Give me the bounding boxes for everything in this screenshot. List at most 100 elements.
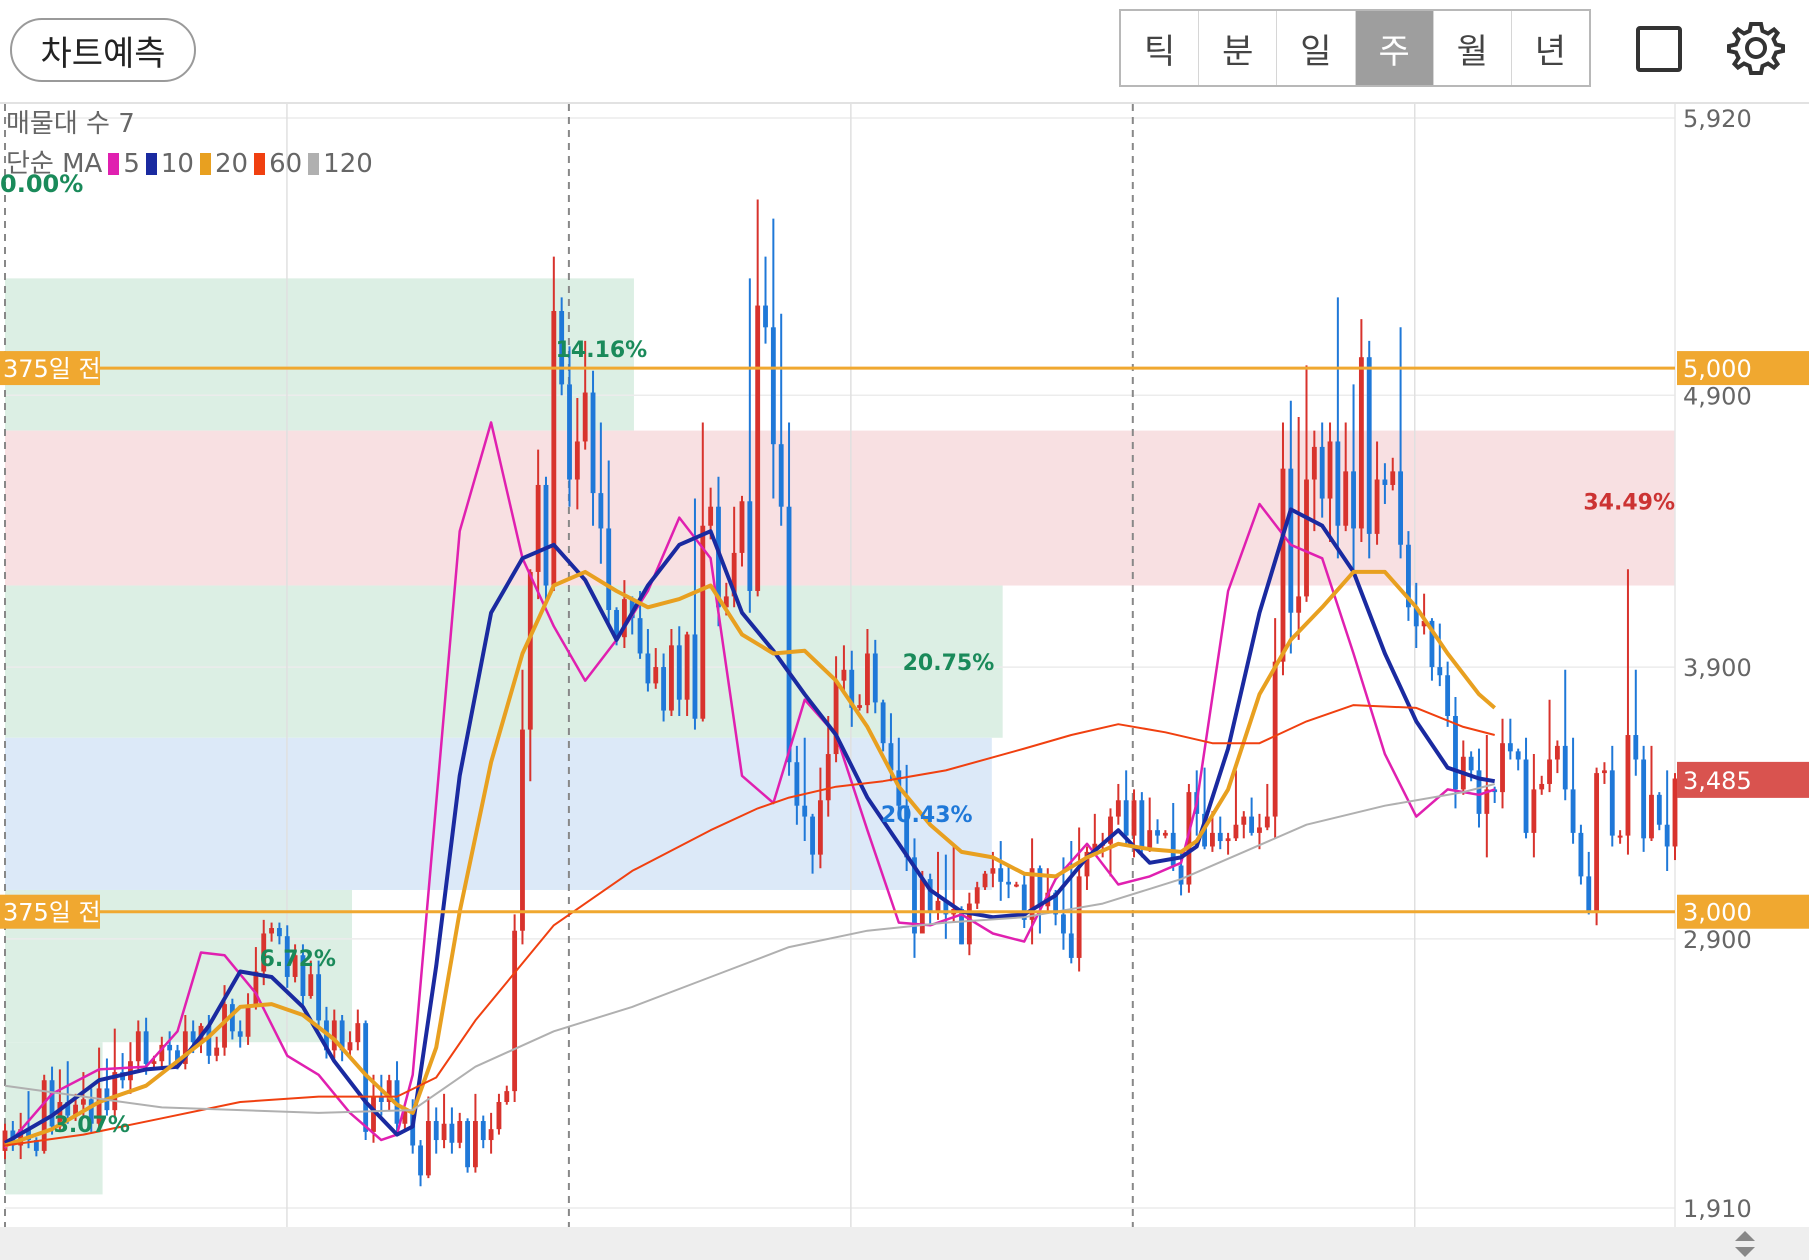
candle-body [1280, 468, 1286, 662]
candle-body [606, 528, 612, 610]
candle-body [810, 816, 815, 855]
gear-icon[interactable] [1726, 18, 1786, 78]
candle-body [151, 1061, 157, 1064]
start-percent-label: 0.00% [0, 170, 84, 198]
x-axis-bar [0, 1227, 1809, 1260]
candle-body [1209, 832, 1215, 847]
candle-body [1233, 824, 1239, 839]
candle-body [1382, 479, 1388, 485]
candle-body [1445, 675, 1451, 717]
candle-body [520, 729, 525, 931]
candle-body [1241, 816, 1247, 825]
annotation-label-0: 14.16% [556, 338, 648, 363]
candle-body [1068, 933, 1074, 958]
candle-body [661, 667, 667, 711]
candle-body [135, 1031, 141, 1062]
candle-body [598, 493, 604, 529]
candle-body [747, 501, 753, 591]
candle-body [841, 669, 847, 681]
candle-body [1374, 479, 1380, 534]
candle-body [496, 1101, 502, 1130]
candle-body [190, 1031, 196, 1043]
candle-body [825, 754, 831, 801]
candle-body [237, 1031, 243, 1037]
candle-body [331, 1020, 337, 1051]
candle-body [857, 705, 863, 708]
candle-body [1115, 800, 1121, 817]
ma20-swatch [199, 153, 211, 175]
candle-body [1641, 759, 1647, 839]
candle-body [794, 762, 800, 806]
candle-body [998, 868, 1004, 882]
ma120-swatch [308, 153, 320, 175]
scroll-arrows-icon[interactable] [1730, 1228, 1760, 1260]
candle-body [1656, 794, 1662, 825]
candle-body [504, 1091, 510, 1102]
candle-body [80, 1099, 86, 1105]
candle-body [308, 974, 314, 996]
candle-body [465, 1121, 471, 1168]
candle-body [669, 645, 674, 711]
candle-body [684, 634, 690, 700]
candle-body [276, 928, 282, 937]
candle-body [990, 868, 996, 874]
candle-body [1272, 661, 1278, 817]
candle-body [1335, 441, 1341, 526]
candle-body [1625, 735, 1631, 836]
annotation-label-3: 20.43% [881, 803, 973, 828]
tab-year[interactable]: 년 [1512, 11, 1589, 85]
ma60-label: 60 [269, 149, 303, 179]
tab-minute[interactable]: 분 [1199, 11, 1278, 85]
candle-body [269, 928, 274, 934]
ma10-label: 10 [160, 149, 194, 179]
candle-body [1570, 789, 1576, 833]
candle-body [802, 805, 808, 817]
candle-body [817, 800, 823, 855]
candle-body [1609, 770, 1615, 836]
candle-body [1327, 441, 1333, 499]
candle-body [473, 1121, 478, 1168]
chart-predict-button[interactable]: 차트예측 [10, 18, 196, 82]
candle-body [1602, 770, 1607, 774]
candle-body [527, 571, 533, 730]
candle-body [449, 1123, 455, 1143]
candle-body [1672, 778, 1678, 847]
candle-body [1531, 789, 1537, 833]
candle-body [1225, 838, 1231, 842]
tab-tick[interactable]: 틱 [1121, 11, 1200, 85]
candle-body [1554, 745, 1560, 760]
annotation-label-1: 34.49% [1583, 490, 1675, 515]
candle-body [1123, 800, 1129, 836]
candle-body [1437, 667, 1443, 676]
candle-body [1390, 471, 1396, 485]
y-tick-label: 4,900 [1683, 382, 1752, 410]
candle-body [1217, 832, 1223, 842]
candle-body [1398, 471, 1404, 545]
candle-body [433, 1121, 439, 1141]
candle-body [692, 634, 698, 719]
tab-week[interactable]: 주 [1355, 11, 1434, 85]
candle-body [480, 1121, 486, 1141]
candle-body [1586, 876, 1592, 912]
candle-body [1304, 479, 1309, 597]
candle-body [347, 1042, 353, 1051]
tab-day[interactable]: 일 [1277, 11, 1356, 85]
candle-body [755, 305, 761, 591]
candle-body [535, 484, 541, 572]
fullscreen-square-icon[interactable] [1636, 26, 1682, 72]
candle-body [245, 1006, 251, 1037]
candle-body [865, 653, 870, 706]
candlestick-chart[interactable]: 375일 전 5,000 375일 전 3,000 3,485 5,920 4,900 3,9… [0, 104, 1809, 1227]
candle-body [1178, 865, 1184, 885]
candle-body [512, 930, 518, 1092]
ma20-label: 20 [214, 149, 249, 179]
candle-body [1006, 881, 1011, 885]
candle-body [143, 1031, 149, 1064]
candle-body [1468, 756, 1474, 771]
candle-body [441, 1123, 447, 1141]
tab-month[interactable]: 월 [1434, 11, 1512, 85]
candle-body [582, 392, 588, 442]
candle-body [778, 444, 784, 507]
candle-body [316, 974, 322, 1021]
y-tick-label: 5,920 [1683, 105, 1752, 133]
